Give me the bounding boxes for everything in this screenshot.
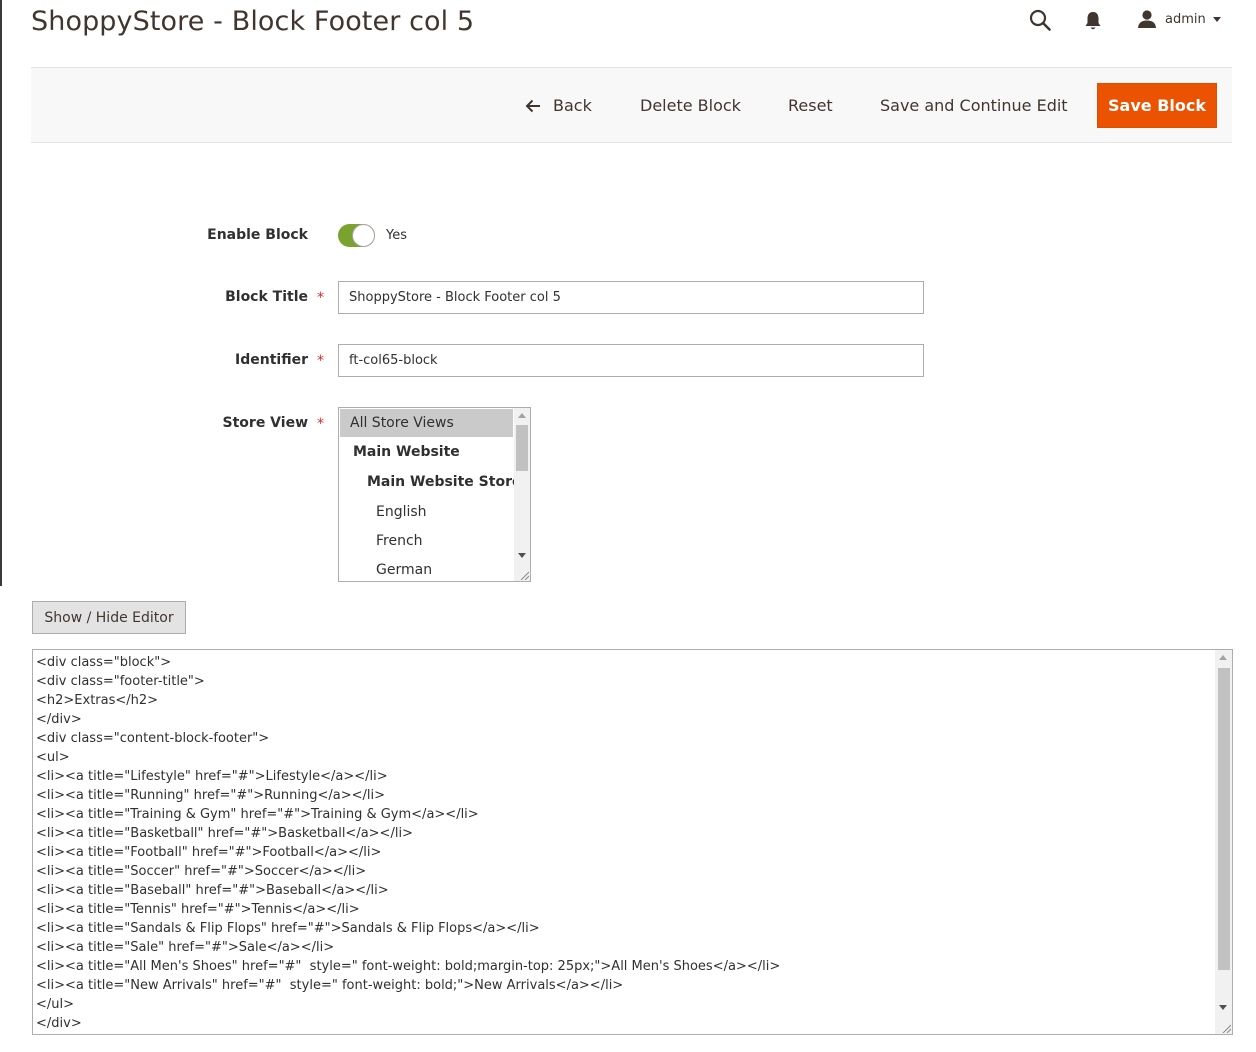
search-button[interactable] — [1028, 8, 1052, 32]
editor-line: <li><a title="Tennis" href="#">Tennis</a… — [36, 902, 360, 917]
user-menu[interactable]: admin — [1137, 8, 1221, 30]
search-icon — [1029, 9, 1051, 31]
scrollbar-thumb[interactable] — [516, 425, 528, 471]
store-view-option[interactable]: English — [340, 498, 513, 526]
page-title: ShoppyStore - Block Footer col 5 — [31, 6, 475, 37]
editor-line: <li><a title="Basketball" href="#">Baske… — [36, 826, 413, 841]
editor-line: <li><a title="All Men's Shoes" href="#" … — [36, 959, 781, 974]
store-view-option[interactable]: Main Website Store — [340, 468, 521, 496]
page-actions-toolbar: Back Delete Block Reset Save and Continu… — [31, 67, 1232, 143]
back-button[interactable]: Back — [525, 68, 592, 143]
editor-line: <h2>Extras</h2> — [36, 693, 159, 708]
editor-scrollbar[interactable] — [1215, 650, 1232, 1034]
show-hide-editor-button[interactable]: Show / Hide Editor — [32, 601, 186, 634]
store-view-option[interactable]: French — [340, 527, 513, 555]
scroll-down-icon — [518, 553, 526, 558]
save-and-continue-button[interactable]: Save and Continue Edit — [880, 68, 1068, 143]
chevron-down-icon — [1212, 16, 1221, 22]
editor-line: <li><a title="Running" href="#">Running<… — [36, 788, 385, 803]
window-left-edge — [0, 0, 2, 586]
editor-line: <li><a title="Sandals & Flip Flops" href… — [36, 921, 540, 936]
editor-line: <li><a title="New Arrivals" href="#" sty… — [36, 978, 624, 993]
editor-line: <li><a title="Soccer" href="#">Soccer</a… — [36, 864, 367, 879]
scroll-up-icon — [1219, 655, 1227, 660]
user-name: admin — [1165, 11, 1206, 27]
resize-grip-icon[interactable] — [1221, 1023, 1231, 1033]
back-button-label: Back — [553, 96, 592, 115]
editor-line: <div class="footer-title"> — [36, 674, 205, 689]
editor-line: </div> — [36, 712, 82, 727]
editor-line: <li><a title="Training & Gym" href="#">T… — [36, 807, 479, 822]
identifier-required-mark: * — [317, 353, 324, 369]
store-view-option[interactable]: All Store Views — [340, 409, 513, 437]
content-editor-textarea[interactable]: <div class="block"> <div class="footer-ti… — [32, 649, 1233, 1035]
store-view-option[interactable]: German — [340, 556, 513, 581]
enable-block-value: Yes — [386, 228, 407, 243]
block-title-required-mark: * — [317, 290, 324, 306]
user-icon — [1138, 10, 1156, 28]
block-title-label: Block Title — [225, 289, 308, 305]
reset-button[interactable]: Reset — [788, 68, 833, 143]
scroll-down-icon — [1219, 1005, 1227, 1010]
identifier-input[interactable] — [338, 344, 924, 377]
editor-line: </ul> — [36, 997, 75, 1012]
save-block-button[interactable]: Save Block — [1097, 83, 1217, 128]
editor-line: <li><a title="Baseball" href="#">Basebal… — [36, 883, 389, 898]
editor-line: <li><a title="Sale" href="#">Sale</a></l… — [36, 940, 335, 955]
store-view-scrollbar[interactable] — [514, 408, 530, 581]
store-view-label: Store View — [222, 415, 308, 431]
scrollbar-thumb[interactable] — [1218, 668, 1230, 970]
editor-line: <li><a title="Football" href="#">Footbal… — [36, 845, 382, 860]
editor-content: <div class="block"> <div class="footer-ti… — [36, 653, 780, 1033]
scroll-up-icon — [518, 413, 526, 418]
notifications-button[interactable] — [1083, 10, 1103, 32]
toggle-knob — [352, 224, 375, 247]
editor-line: </div> — [36, 1016, 82, 1031]
resize-grip-icon[interactable] — [519, 570, 529, 580]
editor-line: <ul> — [36, 750, 70, 765]
enable-block-toggle[interactable] — [338, 224, 375, 247]
bell-icon — [1085, 12, 1101, 30]
delete-block-button[interactable]: Delete Block — [640, 68, 741, 143]
identifier-label: Identifier — [235, 352, 308, 368]
enable-block-label: Enable Block — [207, 227, 308, 243]
editor-line: <li><a title="Lifestyle" href="#">Lifest… — [36, 769, 388, 784]
arrow-left-icon — [525, 99, 540, 112]
store-view-required-mark: * — [317, 416, 324, 432]
block-title-input[interactable] — [338, 281, 924, 314]
store-view-multiselect[interactable]: All Store Views Main Website Main Websit… — [338, 407, 531, 582]
store-view-option[interactable]: Main Website — [340, 438, 513, 466]
editor-line: <div class="content-block-footer"> — [36, 731, 270, 746]
editor-line: <div class="block"> — [36, 655, 172, 670]
